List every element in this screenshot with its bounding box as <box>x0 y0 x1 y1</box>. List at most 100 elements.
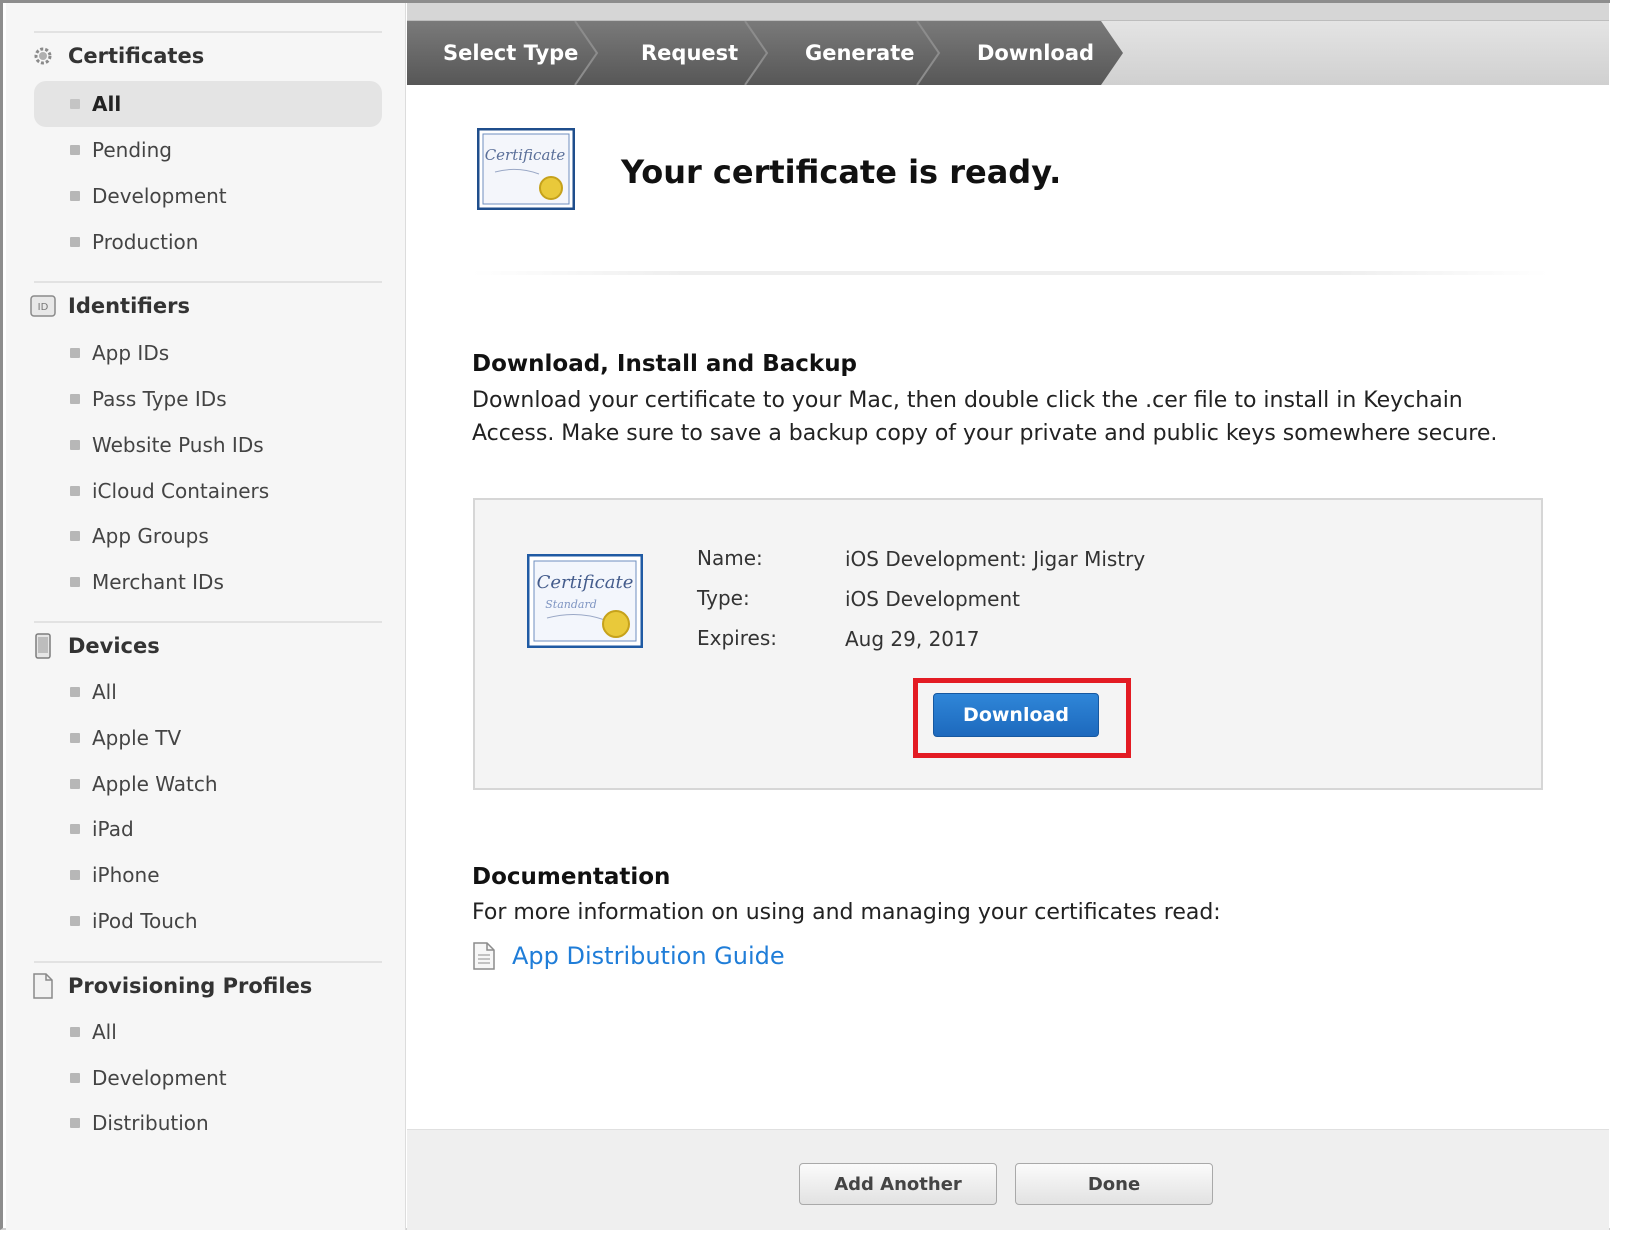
sidebar-item-app-ids[interactable]: App IDs <box>34 330 382 376</box>
progress-steps: Select Type Request Generate Download <box>407 21 1609 85</box>
sidebar-divider <box>34 621 382 623</box>
sidebar-divider <box>34 31 382 33</box>
bullet-icon <box>70 870 80 880</box>
sidebar-item-label: Website Push IDs <box>92 433 264 457</box>
bullet-icon <box>70 733 80 743</box>
sidebar-item-label: Apple Watch <box>92 772 218 796</box>
sidebar-section-label: Identifiers <box>68 294 190 318</box>
sidebar-item-label: All <box>92 1020 117 1044</box>
download-button[interactable]: Download <box>933 693 1099 737</box>
sidebar-item-label: App IDs <box>92 341 170 365</box>
sidebar-item-app-groups[interactable]: App Groups <box>34 513 382 559</box>
sidebar-section-identifiers[interactable]: ID Identifiers <box>30 293 190 319</box>
sidebar-section-label: Certificates <box>68 44 205 68</box>
sidebar-item-devices-all[interactable]: All <box>34 669 382 715</box>
bullet-icon <box>70 394 80 404</box>
download-section-text: Download your certificate to your Mac, t… <box>472 388 1498 446</box>
sidebar-section-label: Provisioning Profiles <box>68 974 313 998</box>
sidebar-item-apple-watch[interactable]: Apple Watch <box>34 761 382 807</box>
sidebar-item-label: All <box>92 680 117 704</box>
sidebar-item-profiles-all[interactable]: All <box>34 1009 382 1055</box>
documentation-text: For more information on using and managi… <box>472 900 1221 925</box>
footer-bar: Add Another Done <box>407 1129 1609 1230</box>
sidebar-item-label: Pass Type IDs <box>92 387 227 411</box>
certificate-icon-text: Certificate <box>485 146 566 164</box>
bullet-icon <box>70 99 80 109</box>
bullet-icon <box>70 1073 80 1083</box>
sidebar-item-label: App Groups <box>92 524 209 548</box>
sidebar-item-production[interactable]: Production <box>34 219 382 265</box>
step-separator-icon <box>574 21 599 85</box>
section-divider <box>471 271 1549 275</box>
bullet-icon <box>70 191 80 201</box>
sidebar-section-provisioning-profiles[interactable]: Provisioning Profiles <box>30 973 312 999</box>
sidebar-item-pending[interactable]: Pending <box>34 127 382 173</box>
id-badge-text: ID <box>38 302 49 313</box>
bullet-icon <box>70 531 80 541</box>
sidebar-item-label: iPhone <box>92 863 160 887</box>
sidebar-item-ipod-touch[interactable]: iPod Touch <box>34 898 382 944</box>
sidebar-item-website-push-ids[interactable]: Website Push IDs <box>34 422 382 468</box>
main-content: Select Type Request Generate Download Ce… <box>407 3 1609 1230</box>
sidebar-item-label: Distribution <box>92 1111 209 1135</box>
step-generate: Generate <box>805 41 915 65</box>
sidebar-item-label: Development <box>92 1066 227 1090</box>
bullet-icon <box>70 237 80 247</box>
sidebar-item-label: Production <box>92 230 199 254</box>
certificate-details-panel: Certificate Standard Name: iOS Developme… <box>473 498 1543 790</box>
sidebar-item-label: Merchant IDs <box>92 570 224 594</box>
certificate-icon-text: Certificate <box>537 572 634 593</box>
done-button[interactable]: Done <box>1015 1163 1213 1205</box>
certificate-icon-subtext: Standard <box>545 598 597 611</box>
gear-certificate-icon <box>30 43 56 69</box>
sidebar-item-distribution[interactable]: Distribution <box>34 1100 382 1146</box>
sidebar-item-label: Pending <box>92 138 172 162</box>
bullet-icon <box>70 145 80 155</box>
document-icon <box>473 942 495 970</box>
sidebar-item-label: All <box>92 92 122 116</box>
bullet-icon <box>70 440 80 450</box>
bullet-icon <box>70 348 80 358</box>
sidebar-item-pass-type-ids[interactable]: Pass Type IDs <box>34 376 382 422</box>
sidebar-item-apple-tv[interactable]: Apple TV <box>34 715 382 761</box>
expires-label: Expires: <box>697 626 777 650</box>
sidebar: Certificates All Pending Development Pro… <box>6 3 406 1230</box>
bullet-icon <box>70 779 80 789</box>
sidebar-item-label: Apple TV <box>92 726 182 750</box>
bullet-icon <box>70 1118 80 1128</box>
phone-device-icon <box>30 633 56 659</box>
step-request: Request <box>641 41 739 65</box>
bullet-icon <box>70 687 80 697</box>
certificate-standard-icon: Certificate Standard <box>527 554 643 648</box>
document-profile-icon <box>30 973 56 999</box>
step-separator-icon <box>916 21 941 85</box>
sidebar-item-ipad[interactable]: iPad <box>34 806 382 852</box>
sidebar-divider <box>34 281 382 283</box>
sidebar-divider <box>34 961 382 963</box>
sidebar-item-label: iCloud Containers <box>92 479 270 503</box>
sidebar-section-label: Devices <box>68 634 160 658</box>
type-value: iOS Development <box>845 587 1020 611</box>
app-window: Certificates All Pending Development Pro… <box>0 0 1610 1230</box>
bullet-icon <box>70 916 80 926</box>
type-label: Type: <box>697 586 750 610</box>
add-another-button[interactable]: Add Another <box>799 1163 997 1205</box>
steps-top-bar <box>407 3 1609 21</box>
sidebar-item-profiles-development[interactable]: Development <box>34 1055 382 1101</box>
sidebar-item-label: iPod Touch <box>92 909 198 933</box>
sidebar-item-merchant-ids[interactable]: Merchant IDs <box>34 559 382 605</box>
sidebar-item-development[interactable]: Development <box>34 173 382 219</box>
app-distribution-guide-link[interactable]: App Distribution Guide <box>512 942 785 970</box>
sidebar-item-certificates-all[interactable]: All <box>34 81 382 127</box>
certificate-icon: Certificate <box>477 128 575 210</box>
download-section-title: Download, Install and Backup <box>472 351 858 377</box>
sidebar-item-icloud-containers[interactable]: iCloud Containers <box>34 468 382 514</box>
name-value: iOS Development: Jigar Mistry <box>845 547 1146 571</box>
sidebar-item-iphone[interactable]: iPhone <box>34 852 382 898</box>
sidebar-section-devices[interactable]: Devices <box>30 633 160 659</box>
bullet-icon <box>70 824 80 834</box>
sidebar-item-label: Development <box>92 184 227 208</box>
sidebar-section-certificates[interactable]: Certificates <box>30 43 204 69</box>
name-label: Name: <box>697 546 763 570</box>
documentation-link-row[interactable]: App Distribution Guide <box>472 941 785 971</box>
